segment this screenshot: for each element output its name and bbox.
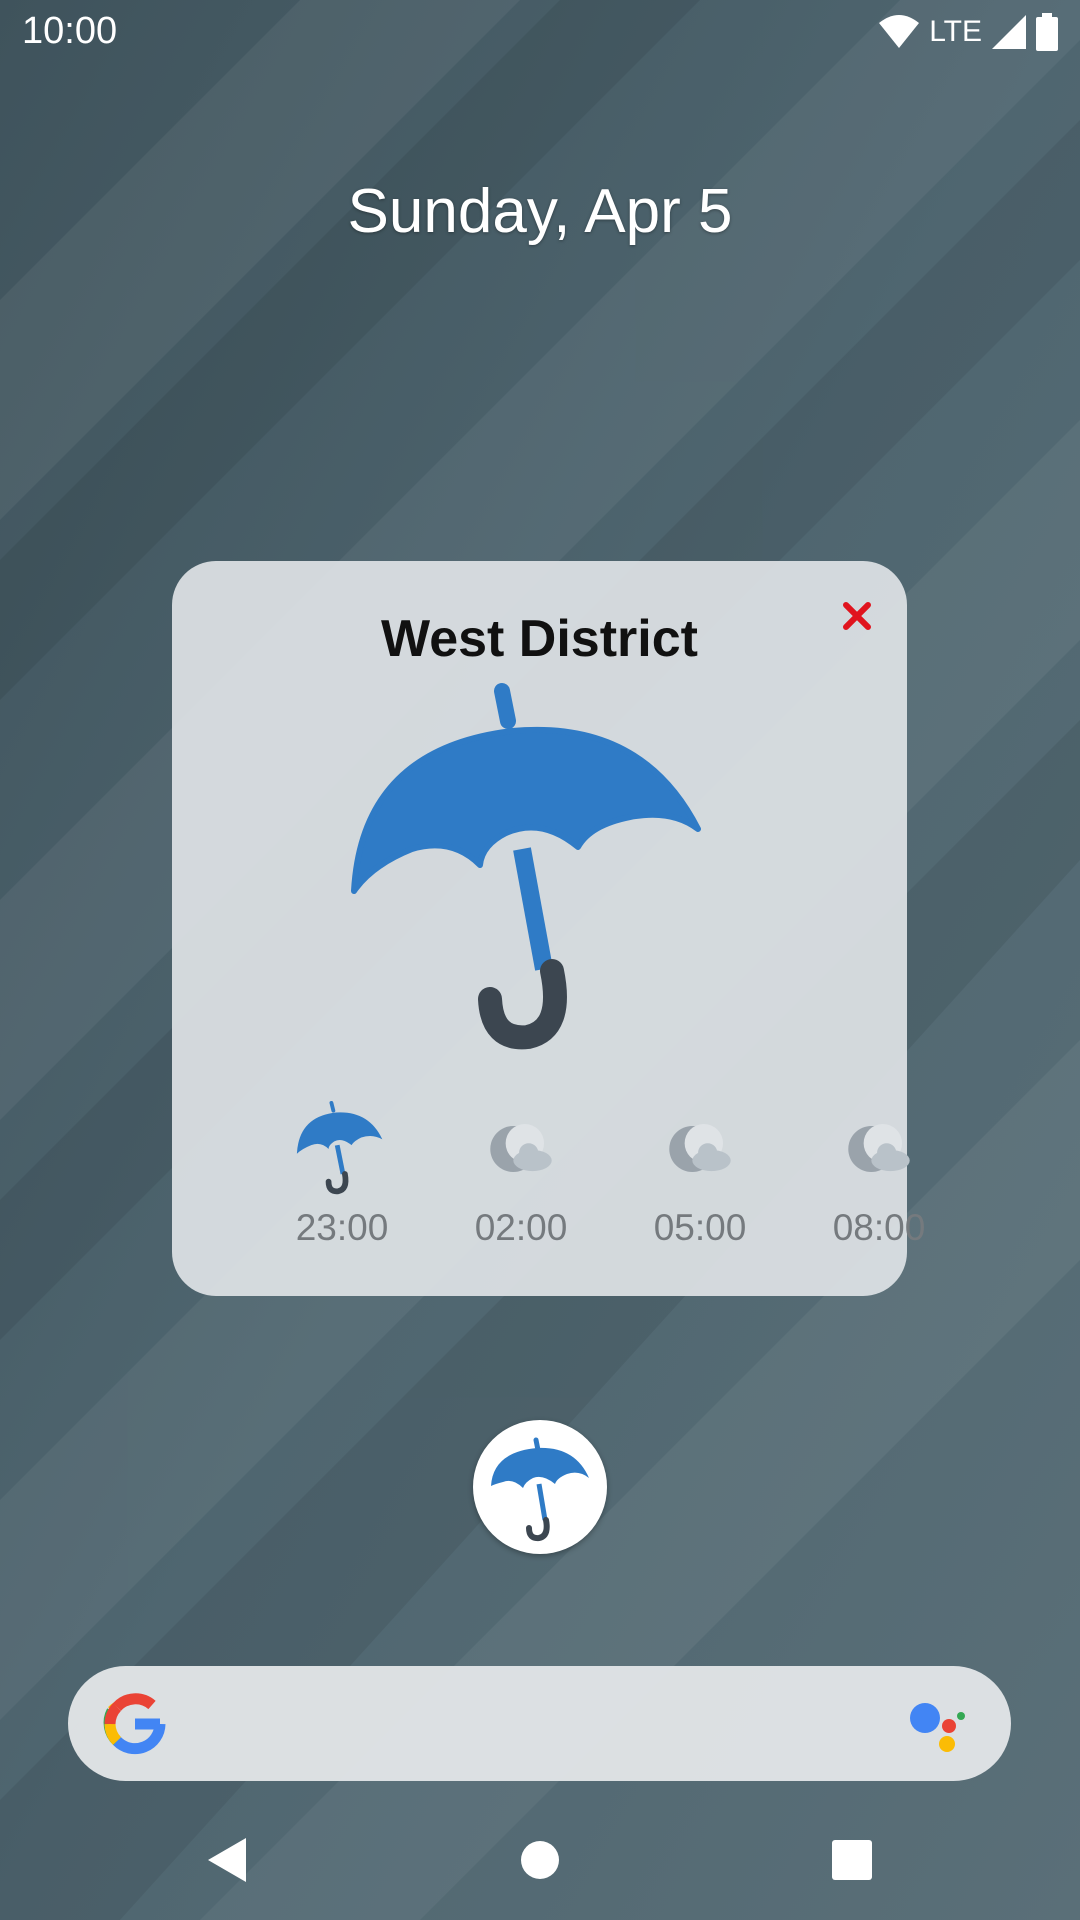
moon-cloud-icon xyxy=(848,1124,910,1173)
forecast-item[interactable]: 08:00 xyxy=(789,1101,969,1281)
navigation-bar xyxy=(0,1810,1080,1920)
forecast-item[interactable]: 23:00 xyxy=(252,1101,432,1281)
status-time: 10:00 xyxy=(22,10,118,52)
google-logo-icon[interactable] xyxy=(102,1691,168,1757)
assistant-icon[interactable] xyxy=(907,1696,973,1756)
umbrella-icon xyxy=(491,1437,589,1542)
moon-cloud-icon xyxy=(669,1124,731,1173)
umbrella-icon xyxy=(296,1101,383,1195)
home-date[interactable]: Sunday, Apr 5 xyxy=(0,176,1080,247)
back-icon[interactable] xyxy=(196,1830,256,1890)
umbrella-app-icon[interactable] xyxy=(473,1420,607,1554)
umbrella-icon xyxy=(351,683,701,1050)
google-search-bar[interactable] xyxy=(68,1666,1011,1781)
close-icon[interactable] xyxy=(832,591,882,641)
forecast-time: 02:00 xyxy=(474,1207,568,1248)
weather-widget[interactable]: West District 23:00 02:00 05:00 08:00 xyxy=(172,561,925,1296)
wifi-icon xyxy=(879,15,920,48)
status-bar: 10:00 LTE xyxy=(0,0,1080,64)
moon-cloud-icon xyxy=(490,1124,552,1173)
status-icons: LTE xyxy=(879,12,1058,52)
forecast-item[interactable]: 02:00 xyxy=(431,1101,611,1281)
battery-icon xyxy=(1036,13,1058,51)
recents-icon[interactable] xyxy=(822,1830,882,1890)
forecast-time: 23:00 xyxy=(295,1207,389,1248)
forecast-item[interactable]: 05:00 xyxy=(610,1101,790,1281)
forecast-time: 05:00 xyxy=(653,1207,747,1248)
widget-location-title: West District xyxy=(381,610,698,668)
cell-signal-icon xyxy=(992,15,1026,49)
network-type-label: LTE xyxy=(929,15,982,48)
forecast-time: 08:00 xyxy=(832,1207,926,1248)
home-icon[interactable] xyxy=(510,1830,570,1890)
hourly-forecast: 23:00 02:00 05:00 08:00 xyxy=(172,1101,925,1281)
